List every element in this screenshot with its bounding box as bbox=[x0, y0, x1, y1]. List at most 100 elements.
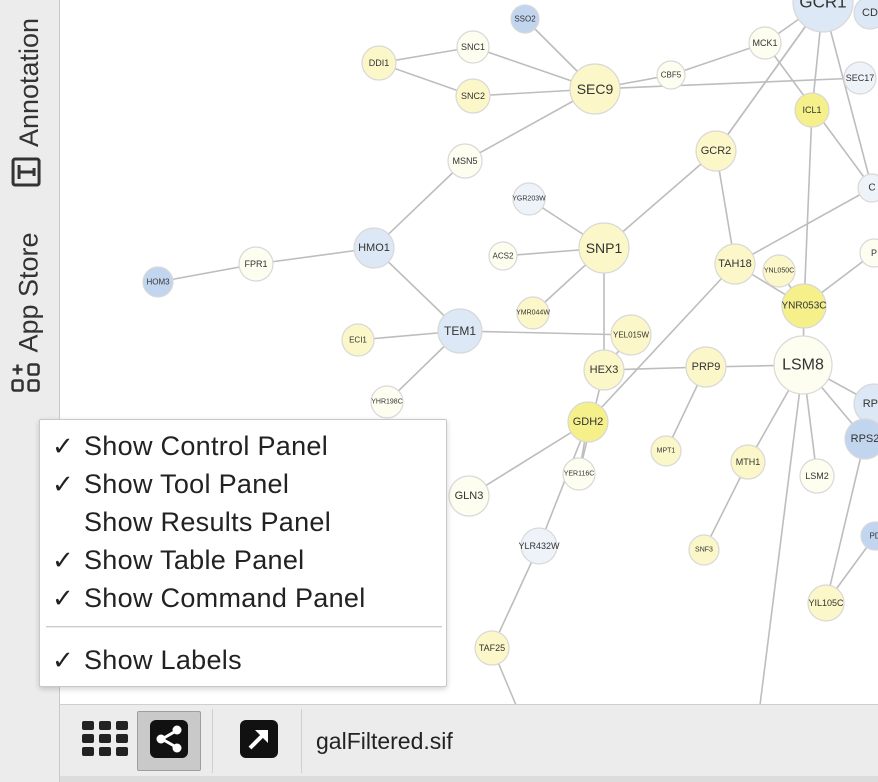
node-label: RPS bbox=[863, 398, 878, 410]
node-hmo1[interactable]: HMO1 bbox=[353, 227, 395, 269]
share-network-icon bbox=[150, 719, 188, 763]
node-yil105c[interactable]: YIL105C bbox=[807, 584, 845, 622]
node-p[interactable]: P bbox=[859, 238, 878, 268]
tab-annotation[interactable]: Annotation bbox=[0, 0, 59, 205]
node-label: ICL1 bbox=[802, 105, 821, 115]
node-ylr432w[interactable]: YLR432W bbox=[518, 527, 560, 565]
network-view-button[interactable] bbox=[137, 711, 201, 771]
node-ddi1[interactable]: DDI1 bbox=[361, 45, 397, 81]
node-cd[interactable]: CD bbox=[853, 0, 878, 30]
node-sso2[interactable]: SSO2 bbox=[510, 4, 540, 34]
edge-ynr053c-icl1[interactable] bbox=[803, 109, 813, 307]
node-label: YNL050C bbox=[764, 268, 794, 275]
node-snf3[interactable]: SNF3 bbox=[688, 534, 720, 566]
node-yer116c[interactable]: YER116C bbox=[562, 457, 596, 491]
node-cbf5[interactable]: CBF5 bbox=[656, 60, 686, 90]
edge-tah18-gdh2[interactable] bbox=[587, 263, 736, 423]
toolbar-divider bbox=[301, 709, 302, 773]
node-icl1[interactable]: ICL1 bbox=[794, 92, 830, 128]
check-icon: ✓ bbox=[51, 430, 75, 461]
edge-tah18-c[interactable] bbox=[734, 187, 873, 265]
apps-add-icon bbox=[11, 362, 48, 392]
node-prp9[interactable]: PRP9 bbox=[685, 346, 727, 388]
node-pd[interactable]: PD bbox=[860, 521, 878, 551]
node-yel015w[interactable]: YEL015W bbox=[610, 314, 652, 356]
node-msn5[interactable]: MSN5 bbox=[447, 143, 483, 179]
node-gln3[interactable]: GLN3 bbox=[448, 475, 490, 517]
node-hom3[interactable]: HOM3 bbox=[142, 266, 174, 298]
node-label: PRP9 bbox=[692, 361, 721, 373]
node-rps2[interactable]: RPS2 bbox=[844, 418, 878, 460]
node-label: ECI1 bbox=[349, 336, 367, 345]
tab-app-store[interactable]: App Store bbox=[0, 222, 59, 402]
node-mck1[interactable]: MCK1 bbox=[748, 26, 782, 60]
check-icon: ✓ bbox=[51, 544, 75, 575]
menu-item-label: Show Control Panel bbox=[84, 430, 329, 461]
menu-item-show-control-panel[interactable]: ✓ Show Control Panel bbox=[40, 427, 446, 465]
node-label: SNC2 bbox=[461, 91, 485, 101]
grid-view-icon bbox=[82, 720, 128, 762]
node-tem1[interactable]: TEM1 bbox=[437, 308, 483, 354]
node-label: GLN3 bbox=[455, 490, 484, 502]
node-taf25[interactable]: TAF25 bbox=[474, 630, 510, 666]
tab-annotation-label: Annotation bbox=[14, 17, 45, 148]
menu-item-show-command-panel[interactable]: ✓ Show Command Panel bbox=[40, 579, 446, 617]
node-sec9[interactable]: SEC9 bbox=[569, 63, 621, 115]
node-label: CD bbox=[862, 7, 878, 19]
node-label: SNC1 bbox=[461, 42, 485, 52]
node-mpt1[interactable]: MPT1 bbox=[650, 435, 682, 467]
check-icon: ✓ bbox=[51, 582, 75, 613]
menu-item-show-results-panel[interactable]: Show Results Panel bbox=[40, 503, 446, 541]
menu-item-show-labels[interactable]: ✓ Show Labels bbox=[40, 641, 446, 679]
node-hex3[interactable]: HEX3 bbox=[583, 349, 625, 391]
network-view-toolbar: galFiltered.sif bbox=[60, 704, 878, 777]
edge-rps2-yil105c[interactable] bbox=[825, 438, 866, 604]
node-ynl050c[interactable]: YNL050C bbox=[762, 254, 796, 288]
node-label: MTH1 bbox=[736, 457, 761, 467]
node-gcr1[interactable]: GCR1 bbox=[792, 0, 854, 33]
node-label: PD bbox=[869, 532, 878, 541]
grid-view-button[interactable] bbox=[74, 711, 136, 771]
node-rps[interactable]: RPS bbox=[853, 383, 878, 425]
edge-offscreen-0[interactable] bbox=[759, 364, 804, 704]
node-sec17[interactable]: SEC17 bbox=[843, 61, 877, 95]
node-label: SNF3 bbox=[695, 547, 713, 554]
node-label: LSM8 bbox=[782, 357, 824, 374]
node-label: MPT1 bbox=[657, 448, 676, 455]
node-snp1[interactable]: SNP1 bbox=[578, 222, 630, 274]
menu-item-show-table-panel[interactable]: ✓ Show Table Panel bbox=[40, 541, 446, 579]
node-snc2[interactable]: SNC2 bbox=[455, 78, 491, 114]
node-ygr203w[interactable]: YGR203W bbox=[512, 182, 546, 216]
node-snc1[interactable]: SNC1 bbox=[456, 30, 490, 64]
node-label: YMR044W bbox=[516, 310, 550, 317]
node-label: HOM3 bbox=[146, 278, 170, 287]
node-label: HEX3 bbox=[590, 364, 619, 376]
edge-tem1-yel015w[interactable] bbox=[459, 330, 632, 336]
node-fpr1[interactable]: FPR1 bbox=[238, 246, 274, 282]
node-label: GCR1 bbox=[799, 0, 846, 12]
menu-item-label: Show Command Panel bbox=[84, 582, 366, 613]
edge-sec9-sec17[interactable] bbox=[594, 77, 861, 90]
node-acs2[interactable]: ACS2 bbox=[488, 241, 518, 271]
node-c[interactable]: C bbox=[857, 173, 878, 203]
text-box-icon bbox=[11, 157, 48, 187]
node-label: ACS2 bbox=[493, 252, 514, 261]
node-lsm8[interactable]: LSM8 bbox=[773, 335, 833, 395]
panel-visibility-menu: ✓ Show Control Panel ✓ Show Tool Panel S… bbox=[39, 419, 447, 687]
detach-view-button[interactable] bbox=[228, 711, 290, 771]
node-label: YLR432W bbox=[518, 541, 560, 551]
node-ynr053c[interactable]: YNR053C bbox=[781, 283, 827, 329]
node-tah18[interactable]: TAH18 bbox=[714, 243, 756, 285]
node-lsm2[interactable]: LSM2 bbox=[799, 458, 835, 494]
node-ymr044w[interactable]: YMR044W bbox=[516, 296, 550, 330]
node-gcr2[interactable]: GCR2 bbox=[695, 130, 737, 172]
node-yhr198c[interactable]: YHR198C bbox=[370, 385, 404, 419]
node-label: GCR2 bbox=[701, 145, 732, 157]
node-mth1[interactable]: MTH1 bbox=[730, 444, 766, 480]
node-gdh2[interactable]: GDH2 bbox=[567, 401, 609, 443]
node-label: TAF25 bbox=[479, 643, 505, 653]
node-eci1[interactable]: ECI1 bbox=[341, 323, 375, 357]
node-label: HMO1 bbox=[358, 242, 390, 254]
node-label: P bbox=[871, 248, 877, 258]
menu-item-show-tool-panel[interactable]: ✓ Show Tool Panel bbox=[40, 465, 446, 503]
